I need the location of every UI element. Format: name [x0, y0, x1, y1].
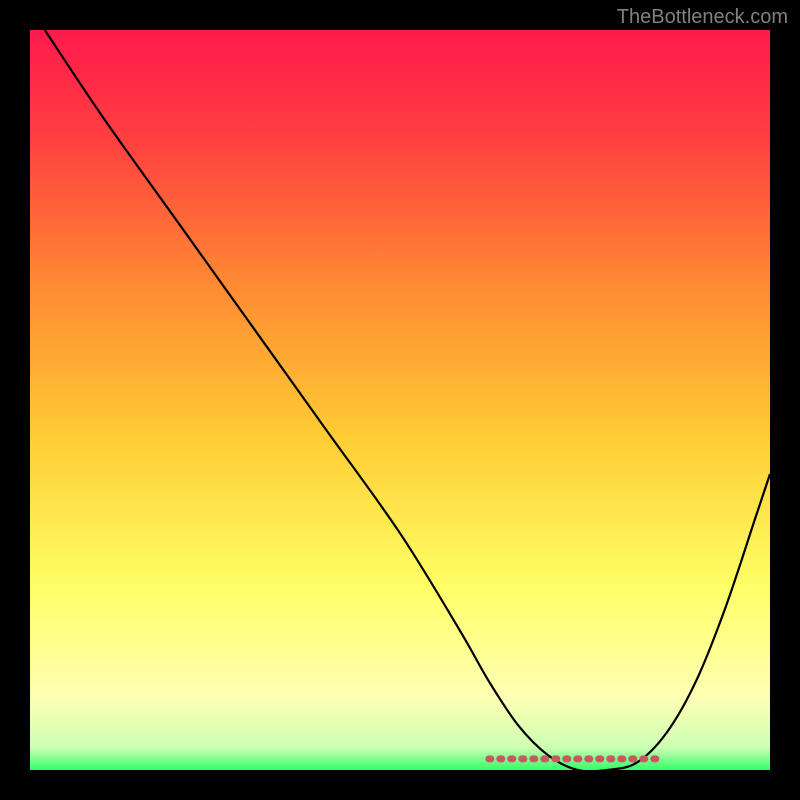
watermark-text: TheBottleneck.com: [617, 6, 788, 29]
bottleneck-curve: [30, 30, 770, 770]
chart-container: [30, 30, 770, 770]
